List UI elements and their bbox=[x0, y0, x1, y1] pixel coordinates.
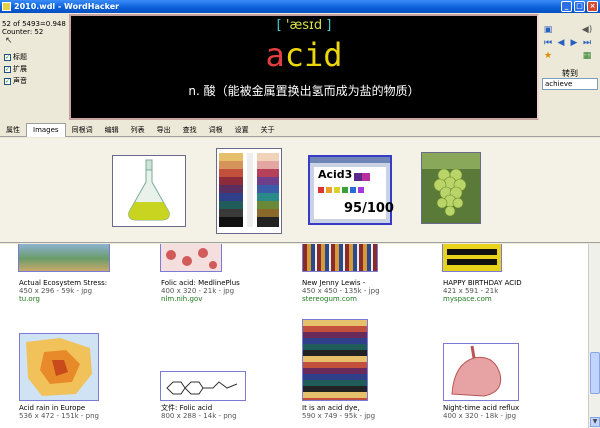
result-item[interactable]: Folic acid: MedlinePlus 400 x 320 - 21k -… bbox=[161, 279, 240, 303]
grid-icon[interactable]: ▦ bbox=[581, 50, 593, 62]
first-icon[interactable]: ⏮ bbox=[542, 37, 554, 49]
title-bar: 2010.wdl - WordHacker _ □ × bbox=[0, 0, 600, 13]
tab-properties[interactable]: 属性 bbox=[0, 123, 26, 137]
book-icon[interactable]: ▣ bbox=[542, 24, 554, 36]
counter-info: Counter: 52 bbox=[2, 28, 44, 36]
blank bbox=[568, 50, 580, 62]
check-icon: ✓ bbox=[4, 65, 11, 73]
app-icon bbox=[2, 2, 11, 11]
last-icon[interactable]: ⏭ bbox=[581, 37, 593, 49]
scroll-down-icon[interactable]: ▼ bbox=[590, 417, 600, 427]
check-icon: ✓ bbox=[4, 77, 11, 85]
check-icon: ✓ bbox=[4, 53, 11, 61]
result-image-jenny[interactable] bbox=[302, 244, 378, 272]
tab-roots[interactable]: 词根 bbox=[203, 123, 229, 137]
result-image-folic-structure[interactable] bbox=[160, 371, 246, 401]
blank bbox=[555, 24, 567, 36]
acid3-title: Acid3 bbox=[318, 168, 353, 181]
cursor-icon: ↖ bbox=[5, 36, 13, 46]
speaker-icon[interactable]: ◀) bbox=[581, 24, 593, 36]
image-strip: Acid3 95/100 bbox=[0, 138, 600, 243]
result-item[interactable]: 文件: Folic acid 800 x 288 - 14k - png bbox=[161, 404, 237, 420]
checkbox-sound[interactable]: ✓ 声音 bbox=[4, 76, 27, 86]
phonetic: [ 'æsɪd ] bbox=[276, 18, 332, 33]
result-item[interactable]: HAPPY BIRTHDAY ACID 421 x 591 - 21k myspac… bbox=[443, 279, 522, 303]
result-image-birthday[interactable] bbox=[442, 244, 502, 272]
flask-image[interactable] bbox=[112, 155, 186, 227]
next-icon[interactable]: ▶ bbox=[568, 37, 580, 49]
grapes-image[interactable] bbox=[421, 152, 481, 224]
star-icon[interactable]: ★ bbox=[542, 50, 554, 62]
color-chart-image[interactable] bbox=[216, 148, 282, 234]
acid3-test-image[interactable]: Acid3 95/100 bbox=[308, 155, 394, 225]
result-image-folic[interactable] bbox=[160, 244, 222, 272]
result-item[interactable]: Actual Ecosystem Stress: 450 x 296 - 59k … bbox=[19, 279, 107, 303]
blank bbox=[568, 24, 580, 36]
result-image-reflux[interactable] bbox=[443, 343, 519, 401]
result-image-dye[interactable] bbox=[302, 319, 368, 401]
result-item[interactable]: New Jenny Lewis -450 x 450 - 135k - jpg s… bbox=[302, 279, 380, 303]
result-image-ecosystem[interactable] bbox=[18, 244, 110, 272]
tab-about[interactable]: 关于 bbox=[255, 123, 281, 137]
left-info-panel: 52 of 5493=0.948 Counter: 52 ↖ ✓ 标题 ✓ 扩展 ✓… bbox=[0, 14, 68, 120]
scrollbar-thumb[interactable] bbox=[590, 352, 600, 394]
minimize-button[interactable]: _ bbox=[561, 1, 572, 12]
results-scrollbar[interactable]: ▼ bbox=[588, 244, 600, 428]
tab-cognates[interactable]: 同根词 bbox=[66, 123, 99, 137]
tab-find[interactable]: 查找 bbox=[177, 123, 203, 137]
maximize-button[interactable]: □ bbox=[574, 1, 585, 12]
headword: acid bbox=[265, 36, 343, 74]
checkbox-extend[interactable]: ✓ 扩展 bbox=[4, 64, 27, 74]
image-results: Actual Ecosystem Stress: 450 x 296 - 59k … bbox=[0, 244, 588, 428]
window-title: 2010.wdl - WordHacker bbox=[14, 2, 120, 11]
right-control-panel: ▣ ◀) ⏮ ◀ ▶ ⏭ ★ ▦ 转到 achieve bbox=[540, 14, 600, 120]
close-button[interactable]: × bbox=[587, 1, 598, 12]
tab-edit[interactable]: 编辑 bbox=[99, 123, 125, 137]
tab-list[interactable]: 列表 bbox=[125, 123, 151, 137]
tab-settings[interactable]: 设置 bbox=[229, 123, 255, 137]
tab-images[interactable]: Images bbox=[26, 123, 66, 137]
checkbox-title[interactable]: ✓ 标题 bbox=[4, 52, 27, 62]
prev-icon[interactable]: ◀ bbox=[555, 37, 567, 49]
result-item[interactable]: It is an acid dye, 590 x 749 - 95k - jpg bbox=[302, 404, 375, 420]
result-item[interactable]: Acid rain in Europe 536 x 472 - 151k - pn… bbox=[19, 404, 99, 420]
acid3-score: 95/100 bbox=[344, 201, 394, 216]
blank bbox=[555, 50, 567, 62]
result-image-acid-rain[interactable] bbox=[19, 333, 99, 401]
tab-export[interactable]: 导出 bbox=[151, 123, 177, 137]
result-item[interactable]: Night-time acid reflux 400 x 320 - 18k - … bbox=[443, 404, 519, 420]
word-display: [ 'æsɪd ] acid n. 酸（能被金属置换出氢而成为盐的物质） bbox=[69, 14, 539, 120]
definition: n. 酸（能被金属置换出氢而成为盐的物质） bbox=[188, 84, 420, 98]
goto-input[interactable]: achieve bbox=[542, 78, 598, 90]
tab-bar: 属性 Images 同根词 编辑 列表 导出 查找 词根 设置 关于 bbox=[0, 123, 600, 137]
progress-info: 52 of 5493=0.948 bbox=[2, 20, 66, 28]
